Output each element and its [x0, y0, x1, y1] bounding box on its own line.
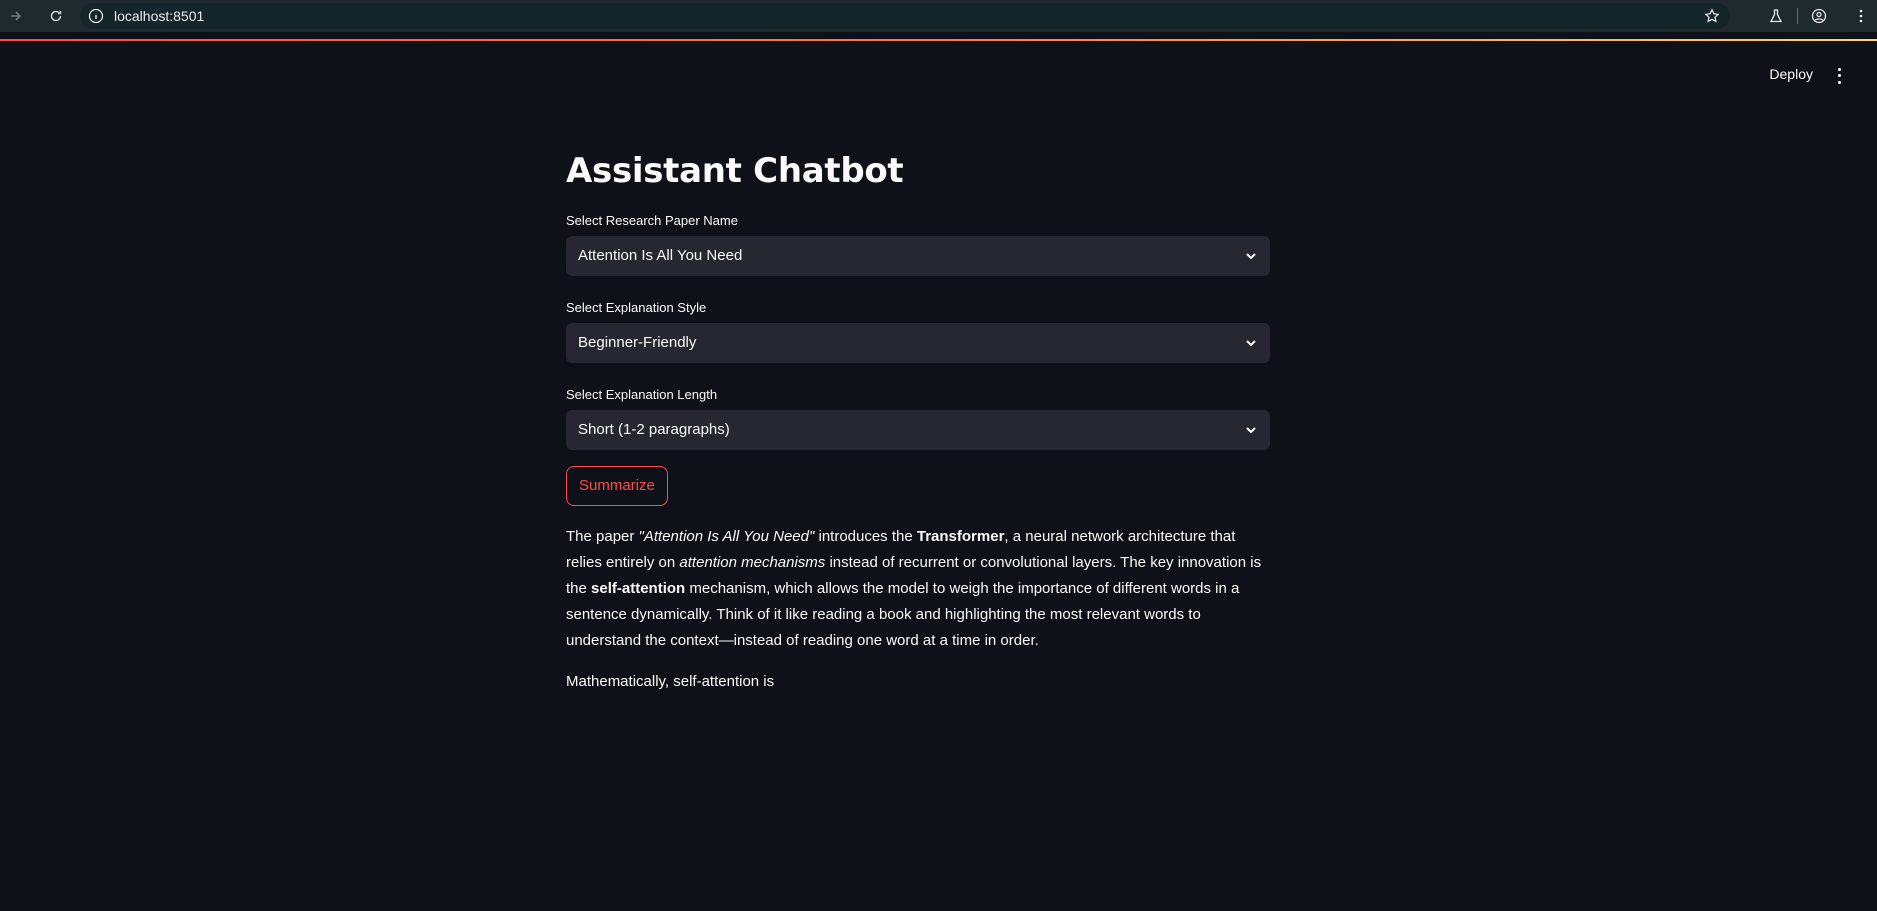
summary-text: introduces the — [814, 527, 917, 545]
forward-button[interactable] — [5, 5, 27, 27]
url-text[interactable]: localhost:8501 — [114, 8, 204, 24]
app-menu-icon[interactable] — [1831, 66, 1847, 86]
reload-icon — [50, 10, 62, 22]
style-select[interactable]: Beginner-Friendly — [566, 322, 1270, 363]
chevron-down-icon — [1246, 339, 1256, 346]
app-decoration-bar — [0, 39, 1877, 41]
style-select-label: Select Explanation Style — [566, 299, 707, 315]
summary-paragraph: Mathematically, self-attention is — [566, 672, 775, 690]
paper-select[interactable]: Attention Is All You Need — [566, 235, 1270, 276]
deploy-button[interactable]: Deploy — [1769, 66, 1813, 82]
style-select-value: Beginner-Friendly — [578, 334, 697, 351]
paper-select-label: Select Research Paper Name — [566, 212, 738, 228]
paper-select-value: Attention Is All You Need — [578, 247, 743, 264]
summary-text: The paper — [566, 527, 639, 545]
summary-output: The paper "Attention Is All You Need" in… — [566, 524, 1270, 695]
bookmark-star-icon[interactable] — [1704, 8, 1720, 24]
length-select-value: Short (1-2 paragraphs) — [578, 421, 730, 438]
toolbar-separator — [1797, 8, 1798, 24]
browser-toolbar: localhost:8501 — [0, 0, 1877, 32]
arrow-right-icon — [11, 11, 22, 21]
length-select[interactable]: Short (1-2 paragraphs) — [566, 409, 1270, 450]
labs-flask-icon[interactable] — [1766, 6, 1786, 26]
length-select-label: Select Explanation Length — [566, 386, 718, 402]
chevron-down-icon — [1246, 426, 1256, 433]
summary-text-bold: self-attention — [591, 579, 686, 597]
browser-menu-icon[interactable] — [1851, 6, 1871, 26]
reload-button[interactable] — [45, 5, 67, 27]
chevron-down-icon — [1246, 252, 1256, 259]
page-title: Assistant Chatbot — [566, 151, 904, 191]
summary-text-bold: Transformer — [916, 527, 1005, 545]
summary-text-italic: "Attention Is All You Need" — [638, 527, 815, 545]
main-container: Assistant Chatbot Select Research Paper … — [566, 150, 1270, 710]
site-info-icon[interactable] — [88, 8, 104, 24]
summarize-button[interactable]: Summarize — [566, 465, 668, 506]
profile-icon[interactable] — [1809, 6, 1829, 26]
summary-text-italic: attention mechanisms — [679, 553, 826, 571]
address-bar[interactable]: localhost:8501 — [80, 3, 1730, 29]
summary-paragraph: The paper "Attention Is All You Need" in… — [566, 524, 1270, 654]
